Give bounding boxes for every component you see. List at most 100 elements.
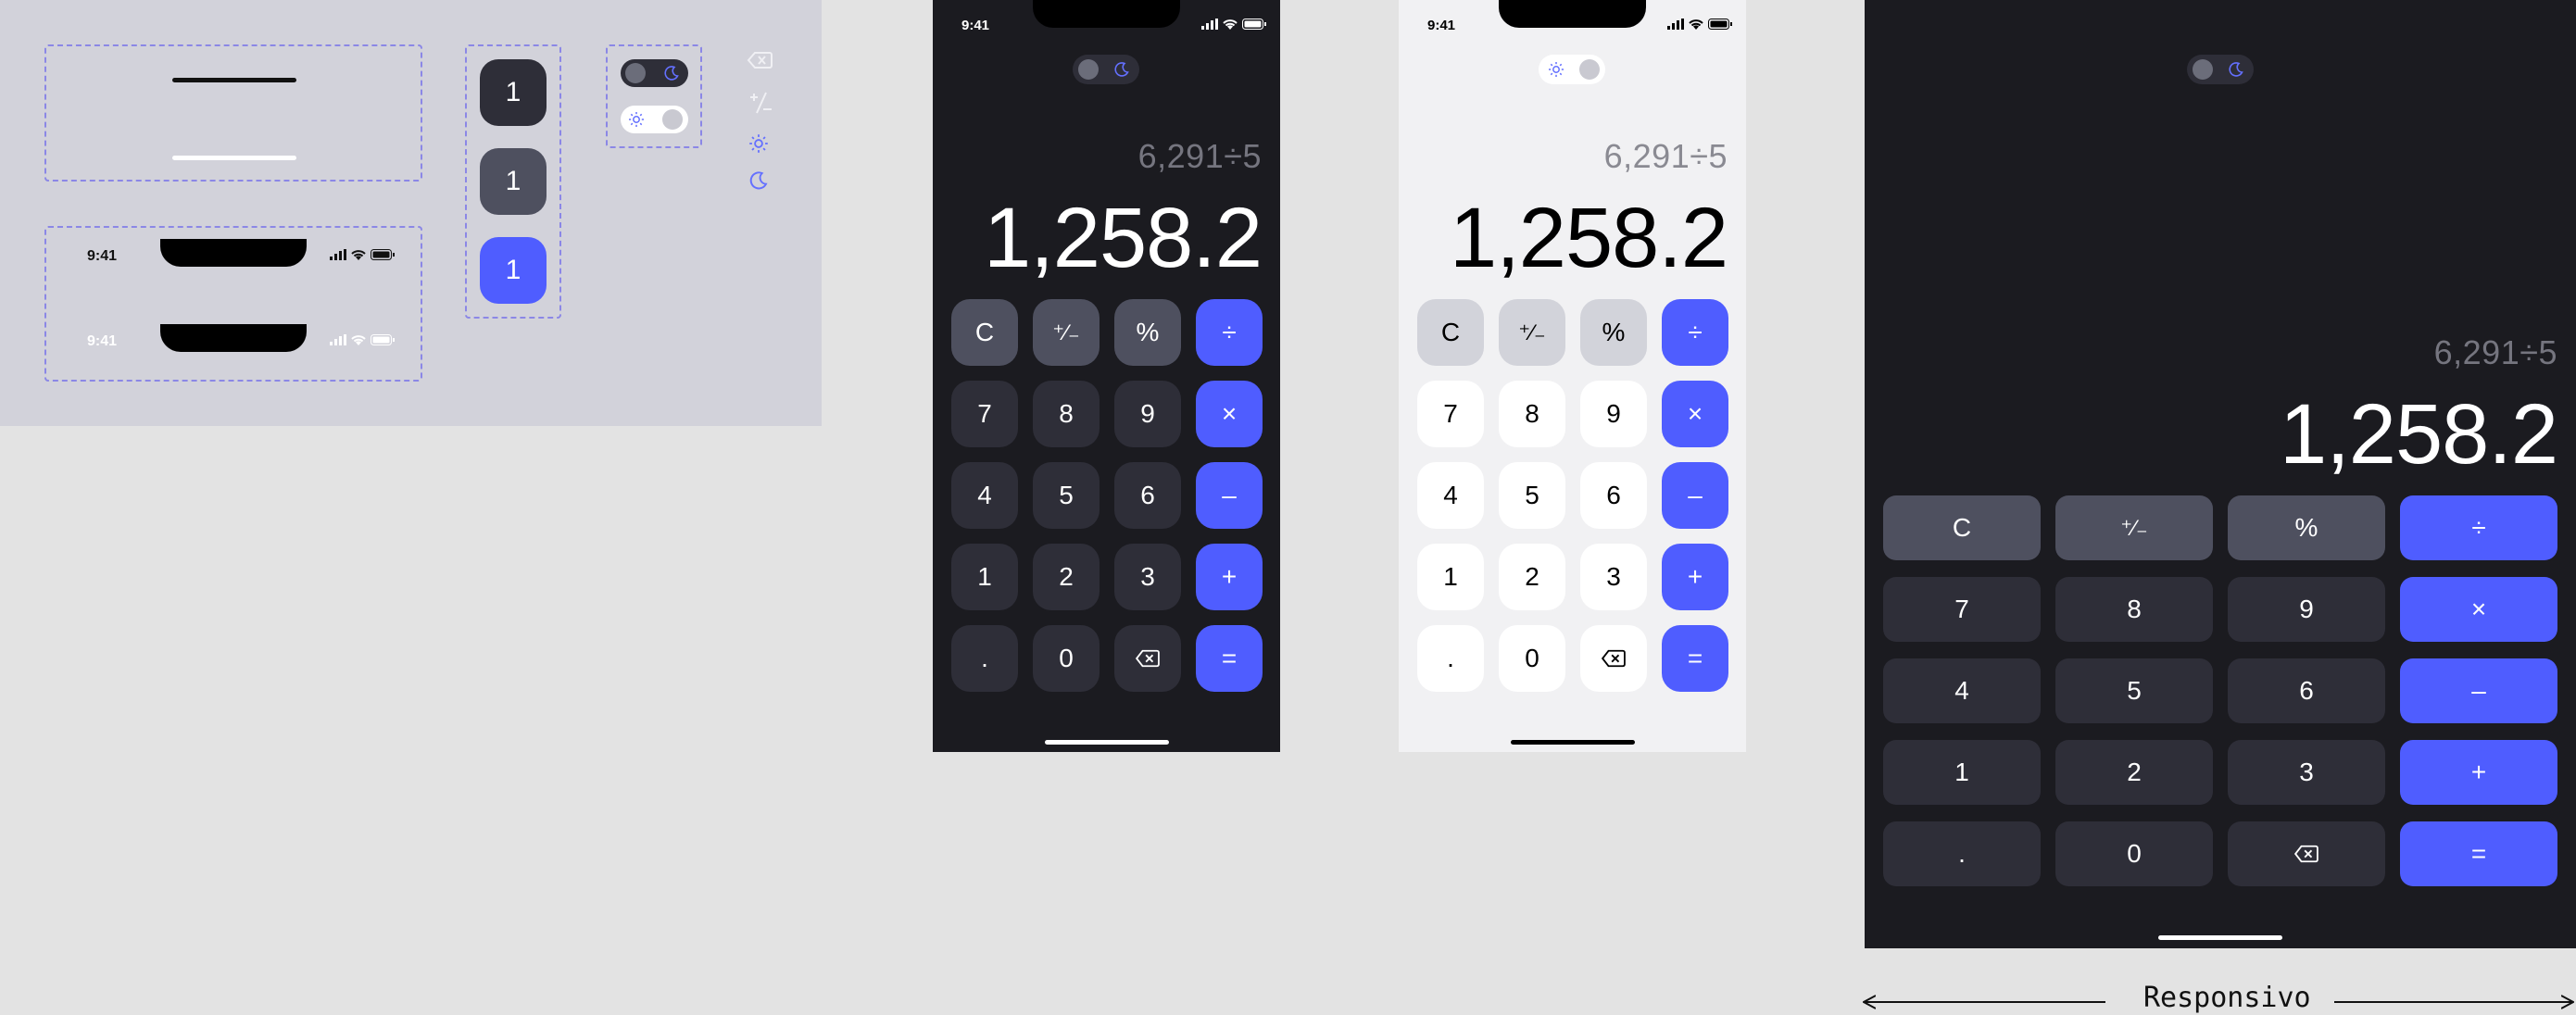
multiply-key[interactable]: × [1662, 381, 1728, 447]
plus-minus-key[interactable]: ⁺∕₋ [2055, 495, 2213, 560]
key-label: 7 [1954, 595, 1969, 623]
result-display: 1,258.2 [984, 191, 1263, 285]
backspace-key[interactable] [1580, 625, 1647, 692]
digit-7-key[interactable]: 7 [951, 381, 1018, 447]
arrow-right-icon [2561, 995, 2574, 1009]
battery-icon [371, 249, 395, 260]
key-variant-dark: 1 [480, 59, 547, 126]
digit-3-key[interactable]: 3 [2228, 740, 2385, 805]
digit-9-key[interactable]: 9 [2228, 577, 2385, 642]
divide-key[interactable]: ÷ [1662, 299, 1728, 366]
add-key[interactable]: + [1662, 544, 1728, 610]
key-label: = [1221, 644, 1238, 672]
divide-key[interactable]: ÷ [2400, 495, 2557, 560]
digit-8-key[interactable]: 8 [2055, 577, 2213, 642]
digit-4-key[interactable]: 4 [1883, 658, 2041, 723]
key-label: ⁺∕₋ [1052, 320, 1080, 345]
toggle-dark-variant [621, 59, 688, 87]
digit-0-key[interactable]: 0 [2055, 821, 2213, 886]
key-label: + [1687, 562, 1703, 591]
digit-9-key[interactable]: 9 [1114, 381, 1181, 447]
backspace-key[interactable] [2228, 821, 2385, 886]
digit-1-key[interactable]: 1 [1883, 740, 2041, 805]
subtract-key[interactable]: – [1196, 462, 1263, 529]
percent-key[interactable]: % [1580, 299, 1647, 366]
digit-6-key[interactable]: 6 [1580, 462, 1647, 529]
digit-3-key[interactable]: 3 [1580, 544, 1647, 610]
digit-2-key[interactable]: 2 [1499, 544, 1565, 610]
key-label: ÷ [2471, 513, 2486, 542]
subtract-key[interactable]: – [2400, 658, 2557, 723]
key-label: C [1952, 513, 1972, 542]
digit-8-key[interactable]: 8 [1033, 381, 1100, 447]
add-key[interactable]: + [2400, 740, 2557, 805]
divide-key[interactable]: ÷ [1196, 299, 1263, 366]
percent-key[interactable]: % [2228, 495, 2385, 560]
multiply-key[interactable]: × [1196, 381, 1263, 447]
home-indicator [2158, 935, 2282, 940]
digit-3-key[interactable]: 3 [1114, 544, 1181, 610]
key-label: C [974, 318, 995, 346]
decimal-key[interactable]: . [951, 625, 1018, 692]
toggle-knob [2193, 59, 2213, 80]
equals-key[interactable]: = [2400, 821, 2557, 886]
theme-toggle[interactable] [1073, 55, 1139, 84]
digit-5-key[interactable]: 5 [1499, 462, 1565, 529]
plus-minus-key[interactable]: ⁺∕₋ [1033, 299, 1100, 366]
key-label: % [1136, 318, 1160, 346]
digit-6-key[interactable]: 6 [2228, 658, 2385, 723]
key-label: 0 [1525, 644, 1539, 672]
digit-8-key[interactable]: 8 [1499, 381, 1565, 447]
clear-key[interactable]: C [951, 299, 1018, 366]
signal-icon [1667, 19, 1684, 30]
key-label: 9 [2299, 595, 2314, 623]
theme-toggle[interactable] [2187, 55, 2254, 84]
status-icons [1201, 19, 1266, 30]
theme-toggle[interactable] [1539, 55, 1605, 84]
digit-5-key[interactable]: 5 [1033, 462, 1100, 529]
digit-0-key[interactable]: 0 [1499, 625, 1565, 692]
digit-7-key[interactable]: 7 [1883, 577, 2041, 642]
key-label: % [2294, 513, 2318, 542]
digit-9-key[interactable]: 9 [1580, 381, 1647, 447]
key-label: – [2471, 676, 2486, 705]
key-label: ⁺∕₋ [2120, 515, 2148, 541]
clear-key[interactable]: C [1883, 495, 2041, 560]
status-bar: 9:41 [933, 0, 1280, 41]
key-label: % [1602, 318, 1626, 346]
keypad: C ⁺∕₋% ÷ 7 8 9 × 4 5 6 – 1 2 3 +. 0 = [1417, 299, 1728, 692]
subtract-key[interactable]: – [1662, 462, 1728, 529]
multiply-key[interactable]: × [2400, 577, 2557, 642]
equals-key[interactable]: = [1662, 625, 1728, 692]
digit-1-key[interactable]: 1 [1417, 544, 1484, 610]
equals-key[interactable]: = [1196, 625, 1263, 692]
key-label: 6 [1140, 481, 1155, 509]
digit-2-key[interactable]: 2 [1033, 544, 1100, 610]
status-bar-dark-text: 9:41 [46, 239, 421, 272]
toggle-knob [1078, 59, 1099, 80]
backspace-key[interactable] [1114, 625, 1181, 692]
percent-key[interactable]: % [1114, 299, 1181, 366]
status-time: 9:41 [1427, 18, 1456, 33]
clear-key[interactable]: C [1417, 299, 1484, 366]
digit-0-key[interactable]: 0 [1033, 625, 1100, 692]
key-label: 2 [1525, 562, 1539, 591]
phone-dark-mode: 9:41 6,291÷5 1,258.2 C ⁺∕₋% ÷ 7 8 9 × 4 5 6 – 1 2 3 +.… [933, 0, 1280, 752]
result-display: 1,258.2 [1450, 191, 1728, 285]
digit-5-key[interactable]: 5 [2055, 658, 2213, 723]
decimal-key[interactable]: . [1883, 821, 2041, 886]
digit-1-key[interactable]: 1 [951, 544, 1018, 610]
phone-light-mode: 9:41 6,291÷5 1,258.2 C ⁺∕₋% ÷ 7 8 9 × 4 5 6 – 1 2 3 +.… [1399, 0, 1746, 752]
backspace-icon [747, 52, 773, 69]
add-key[interactable]: + [1196, 544, 1263, 610]
digit-7-key[interactable]: 7 [1417, 381, 1484, 447]
responsive-arrow-right [2334, 1001, 2573, 1003]
digit-6-key[interactable]: 6 [1114, 462, 1181, 529]
digit-4-key[interactable]: 4 [1417, 462, 1484, 529]
digit-4-key[interactable]: 4 [951, 462, 1018, 529]
plus-minus-key[interactable]: ⁺∕₋ [1499, 299, 1565, 366]
decimal-key[interactable]: . [1417, 625, 1484, 692]
digit-2-key[interactable]: 2 [2055, 740, 2213, 805]
wifi-icon [351, 250, 366, 260]
home-indicator-variants [44, 44, 422, 182]
